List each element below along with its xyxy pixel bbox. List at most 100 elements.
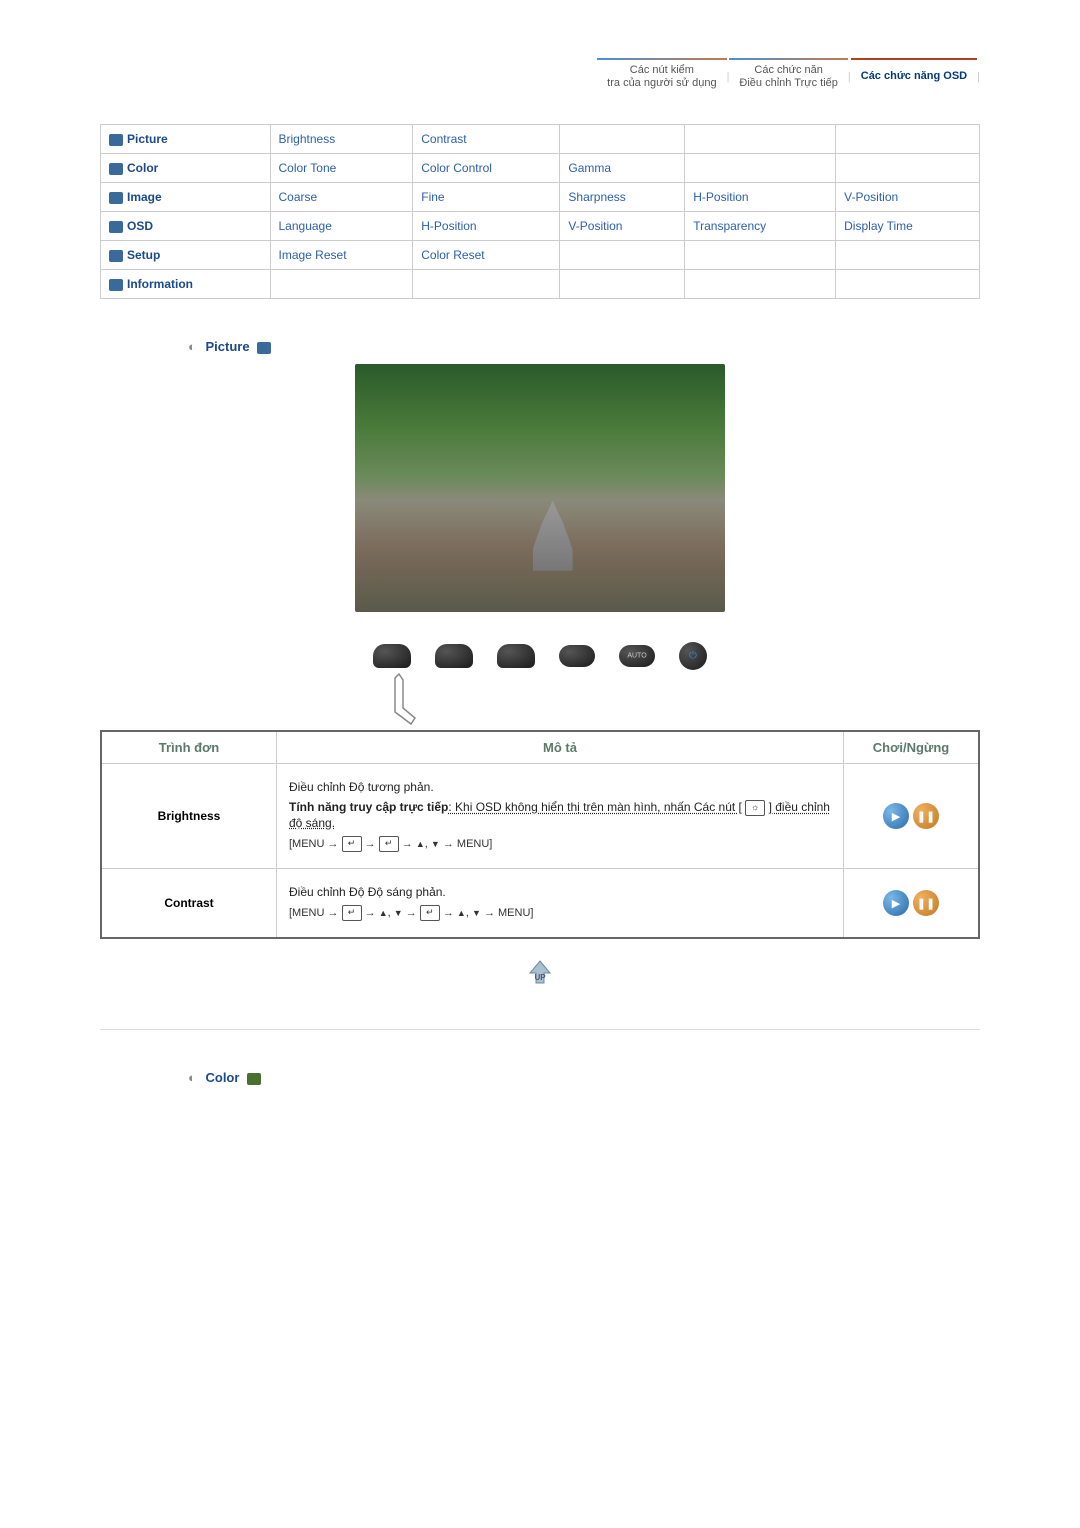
row-contrast-desc: Điều chỉnh Độ Độ sáng phản. [MENU → → , …: [277, 869, 844, 939]
menu-cell[interactable]: H-Position: [413, 212, 560, 241]
hardware-button-row: AUTO ⏻: [355, 642, 725, 670]
tab-label: tra của người sử dụng: [607, 77, 716, 90]
menu-cell[interactable]: Color Reset: [413, 241, 560, 270]
up-arrow-icon: [457, 907, 466, 919]
desc-header-menu: Trình đơn: [101, 731, 277, 764]
row-contrast-play: ▶ ❚❚: [844, 869, 980, 939]
color-icon: [247, 1073, 261, 1085]
tab-label: Các chức năn: [739, 64, 837, 77]
play-button[interactable]: ▶: [883, 890, 909, 916]
hw-button-adjust-down[interactable]: [435, 644, 473, 668]
pause-button[interactable]: ❚❚: [913, 890, 939, 916]
menu-cell[interactable]: Fine: [413, 183, 560, 212]
row-contrast-name: Contrast: [101, 869, 277, 939]
menu-cell: [836, 270, 980, 299]
menu-row-icon: [109, 163, 123, 175]
row-brightness-desc: Điều chỉnh Độ tương phản. Tính năng truy…: [277, 764, 844, 869]
menu-cell[interactable]: Coarse: [270, 183, 413, 212]
menu-row-header[interactable]: Color: [101, 154, 271, 183]
hw-button-enter[interactable]: [559, 645, 595, 667]
menu-row-header[interactable]: Image: [101, 183, 271, 212]
menu-cell: [836, 241, 980, 270]
down-arrow-icon: [472, 907, 481, 919]
tab-label: Điều chỉnh Trực tiếp: [739, 77, 837, 90]
menu-cell: [685, 154, 836, 183]
up-arrow-icon: [416, 838, 425, 850]
section-picture-title: ◐ Picture: [188, 339, 1080, 354]
section-divider: [100, 1029, 980, 1030]
menu-row-label: Setup: [127, 248, 160, 262]
tab-direct-functions[interactable]: Các chức năn Điều chỉnh Trực tiếp: [729, 60, 847, 94]
down-arrow-icon: [431, 838, 440, 850]
menu-row-label: Information: [127, 277, 193, 291]
play-button[interactable]: ▶: [883, 803, 909, 829]
menu-cell[interactable]: Brightness: [270, 125, 413, 154]
menu-row-label: Image: [127, 190, 162, 204]
menu-cell: [560, 241, 685, 270]
hw-button-menu[interactable]: [373, 644, 411, 668]
menu-cell: [413, 270, 560, 299]
menu-cell: [685, 125, 836, 154]
section-color-title: ◐ Color: [188, 1070, 1080, 1085]
menu-row-label: Picture: [127, 132, 168, 146]
menu-cell[interactable]: Sharpness: [560, 183, 685, 212]
svg-text:UP: UP: [534, 973, 546, 982]
menu-row-header[interactable]: OSD: [101, 212, 271, 241]
menu-cell[interactable]: Contrast: [413, 125, 560, 154]
desc-text: Điều chỉnh Độ Độ sáng phản.: [289, 885, 831, 899]
picture-icon: [257, 342, 271, 354]
hw-button-adjust-up[interactable]: [497, 644, 535, 668]
menu-row-icon: [109, 279, 123, 291]
menu-cell[interactable]: V-Position: [836, 183, 980, 212]
bullet-icon: ◐: [188, 1070, 196, 1085]
menu-row-label: Color: [127, 161, 158, 175]
desc-header-play: Chơi/Ngừng: [844, 731, 980, 764]
menu-cell: [685, 241, 836, 270]
menu-cell[interactable]: Display Time: [836, 212, 980, 241]
tab-separator: |: [977, 71, 980, 83]
menu-cell: [560, 270, 685, 299]
menu-cell: [270, 270, 413, 299]
menu-row-header[interactable]: Setup: [101, 241, 271, 270]
section-label: Color: [205, 1070, 239, 1085]
enter-icon: [342, 836, 362, 852]
picture-preview-image: [355, 364, 725, 612]
row-brightness-play: ▶ ❚❚: [844, 764, 980, 869]
tab-label: Các nút kiểm: [607, 64, 716, 77]
enter-icon: [342, 905, 362, 921]
menu-cell[interactable]: Image Reset: [270, 241, 413, 270]
menu-row-label: OSD: [127, 219, 153, 233]
menu-cell: [836, 154, 980, 183]
desc-text: Điều chỉnh Độ tương phản.: [289, 780, 831, 794]
menu-sequence: [MENU → → → , → MENU]: [289, 836, 831, 852]
brightness-sun-icon: [745, 800, 765, 816]
desc-text: Tính năng truy cập trực tiếp: Khi OSD kh…: [289, 800, 831, 830]
menu-row-icon: [109, 250, 123, 262]
bullet-icon: ◐: [188, 339, 196, 354]
enter-icon: [379, 836, 399, 852]
pointing-hand-icon: [375, 668, 435, 728]
desc-header-desc: Mô tả: [277, 731, 844, 764]
menu-cell[interactable]: H-Position: [685, 183, 836, 212]
section-label: Picture: [205, 339, 249, 354]
menu-row-header[interactable]: Information: [101, 270, 271, 299]
hw-button-power[interactable]: ⏻: [679, 642, 707, 670]
pause-button[interactable]: ❚❚: [913, 803, 939, 829]
menu-row-icon: [109, 192, 123, 204]
tab-osd-functions[interactable]: Các chức năng OSD: [851, 60, 977, 94]
menu-cell[interactable]: Gamma: [560, 154, 685, 183]
menu-cell[interactable]: Transparency: [685, 212, 836, 241]
row-brightness-name: Brightness: [101, 764, 277, 869]
scroll-up-button[interactable]: UP: [520, 959, 560, 989]
down-arrow-icon: [394, 907, 403, 919]
tab-user-controls[interactable]: Các nút kiểm tra của người sử dụng: [597, 60, 726, 94]
description-table: Trình đơn Mô tả Chơi/Ngừng Brightness Đi…: [100, 730, 980, 939]
menu-cell: [836, 125, 980, 154]
hw-button-auto[interactable]: AUTO: [619, 645, 655, 667]
menu-row-header[interactable]: Picture: [101, 125, 271, 154]
menu-cell[interactable]: Color Control: [413, 154, 560, 183]
menu-cell[interactable]: Color Tone: [270, 154, 413, 183]
menu-cell[interactable]: Language: [270, 212, 413, 241]
menu-cell[interactable]: V-Position: [560, 212, 685, 241]
osd-menu-table: Picture BrightnessContrast Color Color Tone…: [100, 124, 980, 299]
